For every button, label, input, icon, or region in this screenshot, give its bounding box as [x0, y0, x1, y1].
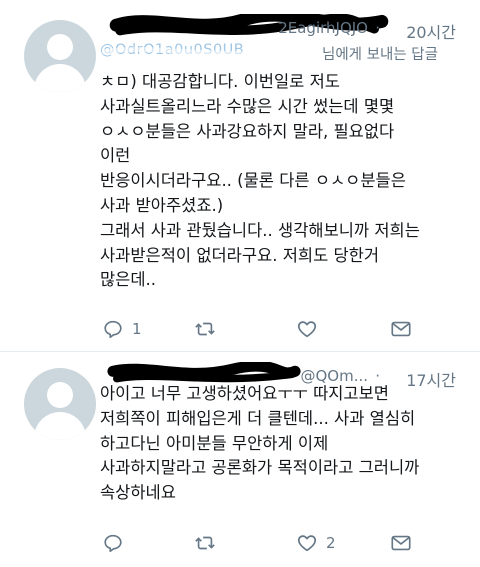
retweet-button[interactable]	[194, 530, 224, 556]
retweet-icon	[195, 322, 215, 336]
like-icon	[297, 535, 317, 552]
avatar-head-shape	[47, 382, 73, 408]
reply-icon	[104, 534, 122, 553]
avatar[interactable]	[24, 20, 96, 92]
direct-message-button[interactable]	[390, 530, 412, 556]
tweet-actions: 1	[100, 316, 440, 344]
tweet-actions: 2	[100, 530, 440, 558]
tweet-text: ㅊㅁ) 대공감합니다. 이번일로 저도 사과실트올리느라 수많은 시간 썼는데 …	[100, 72, 420, 290]
reply-button[interactable]: 1	[102, 316, 142, 342]
tweet-handle[interactable]: 2EagirhJQJO	[278, 19, 368, 37]
like-button[interactable]	[296, 316, 326, 342]
message-icon	[391, 321, 411, 337]
reply-context: @OdrO1a0u0S0UB 님에게 보내는 답글	[100, 42, 470, 64]
tweet-1[interactable]: 2EagirhJQJO · 20시간 @OdrO1a0u0S0UB 님에게 보내…	[0, 0, 480, 352]
reply-button[interactable]	[102, 530, 132, 556]
tweet-text: 아이고 너무 고생하셨어요ㅜㅜ 따지고보면 저희쪽이 피해입은게 더 클텐데..…	[100, 384, 420, 503]
like-button[interactable]: 2	[296, 530, 336, 556]
avatar[interactable]	[24, 368, 96, 440]
reply-count: 1	[132, 320, 142, 338]
retweet-icon	[195, 536, 215, 550]
reply-icon	[104, 320, 122, 339]
reply-suffix: 님에게 보내는 답글	[322, 47, 438, 63]
avatar-body-shape	[34, 64, 86, 92]
avatar-body-shape	[34, 412, 86, 440]
retweet-button[interactable]	[194, 316, 224, 342]
direct-message-button[interactable]	[390, 316, 412, 342]
like-count: 2	[326, 534, 336, 552]
separator-dot: ·	[375, 19, 380, 37]
like-icon	[297, 321, 317, 338]
tweet-time[interactable]: 20시간	[406, 19, 456, 43]
avatar-head-shape	[47, 34, 73, 60]
tweet-2[interactable]: @QOm... · 17시간 아이고 너무 고생하셨어요ㅜㅜ 따지고보면 저희쪽…	[0, 352, 480, 567]
message-icon	[391, 535, 411, 551]
tweet-header: 2EagirhJQJO · 20시간	[100, 14, 464, 42]
redacted-handle-scribble	[101, 47, 319, 56]
